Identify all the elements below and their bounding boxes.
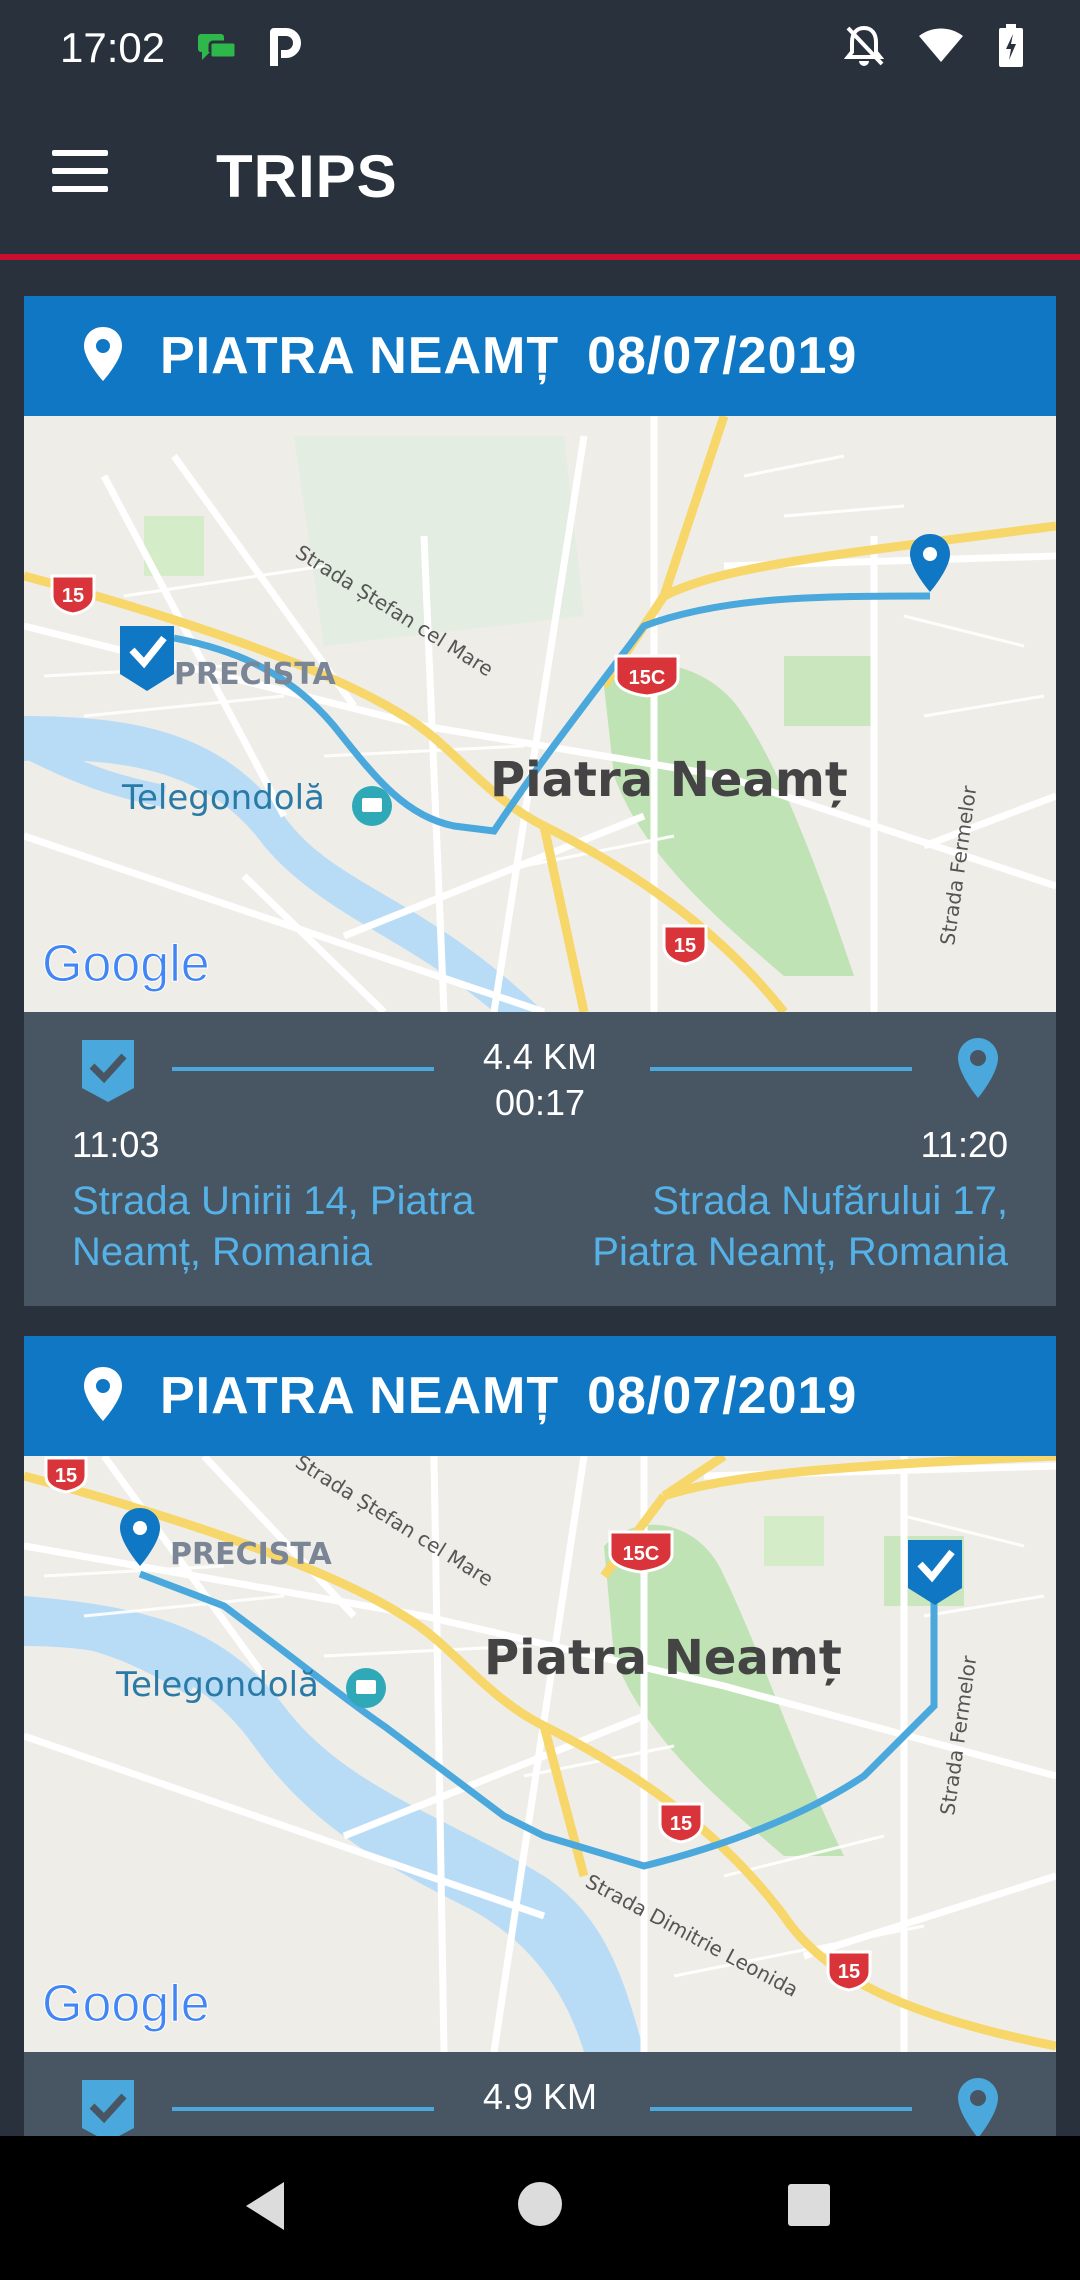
svg-text:15: 15 <box>674 935 696 957</box>
trip-distance: 4.9 KM <box>482 2076 598 2117</box>
google-attribution: Google <box>42 935 210 993</box>
location-pin-icon <box>82 325 124 388</box>
trip-card[interactable]: PIATRA NEAMȚ 08/07/2019 <box>24 296 1056 1306</box>
trip-start-time: 11:03 <box>72 1124 160 1165</box>
end-pin-icon <box>956 2076 1000 2136</box>
trip-info: 4.9 KM <box>24 2052 1056 2136</box>
map-poi-label: Telegondolă <box>115 1665 319 1705</box>
notifications-off-icon <box>843 24 885 73</box>
trip-card-header: PIATRA NEAMȚ 08/07/2019 <box>24 296 1056 416</box>
wifi-icon <box>918 28 964 69</box>
trip-city: PIATRA NEAMȚ <box>160 327 560 385</box>
map-district-label: PRECISTA <box>170 1537 333 1572</box>
parking-icon <box>270 28 302 73</box>
route-line-right <box>650 1067 912 1071</box>
svg-text:15C: 15C <box>629 667 666 689</box>
page-title: TRIPS <box>216 143 398 210</box>
trip-card[interactable]: PIATRA NEAMȚ 08/07/2019 <box>24 1336 1056 2136</box>
road-shield: 15 <box>826 1950 872 1992</box>
map-poi-label: Telegondolă <box>121 778 325 818</box>
trip-date: 08/07/2019 <box>587 327 858 385</box>
svg-text:15: 15 <box>55 1465 77 1487</box>
road-shield: 15 <box>50 574 96 616</box>
system-nav-bar <box>0 2136 1080 2280</box>
svg-text:15: 15 <box>670 1813 692 1835</box>
map-city-label: Piatra Neamț <box>484 1630 842 1686</box>
svg-text:15C: 15C <box>623 1543 660 1565</box>
road-shield: 15 <box>658 1802 704 1844</box>
home-icon[interactable] <box>514 2178 566 2235</box>
recents-icon[interactable] <box>786 2182 832 2233</box>
trip-city: PIATRA NEAMȚ <box>160 1367 560 1425</box>
hamburger-menu-icon[interactable] <box>52 150 112 200</box>
back-icon[interactable] <box>240 2176 290 2241</box>
trips-list[interactable]: PIATRA NEAMȚ 08/07/2019 15 15C 15 PRECIS… <box>0 260 1080 2136</box>
trip-end-time: 11:20 <box>920 1124 1008 1165</box>
end-pin-icon <box>956 1036 1000 1105</box>
trip-start-address[interactable]: Strada Unirii 14, Piatra Neamț, Romania <box>72 1176 532 1278</box>
road-shield: 15C <box>608 1530 674 1574</box>
trip-card-header: PIATRA NEAMȚ 08/07/2019 <box>24 1336 1056 1456</box>
trip-duration: 00:17 <box>494 1082 586 1123</box>
battery-charging-icon <box>998 24 1024 73</box>
chat-icon <box>196 32 240 69</box>
road-shield: 15 <box>44 1456 88 1494</box>
road-shield: 15 <box>662 924 708 966</box>
status-bar: 17:02 <box>0 0 1080 96</box>
route-line-right <box>650 2107 912 2111</box>
road-shield: 15C <box>614 654 680 698</box>
svg-text:15: 15 <box>62 585 84 607</box>
app-bar: TRIPS <box>0 96 1080 254</box>
trip-info: 4.4 KM 00:17 11:03 11:20 Strada Unirii 1… <box>24 1012 1056 1306</box>
status-time: 17:02 <box>60 24 166 71</box>
trip-date: 08/07/2019 <box>587 1367 858 1425</box>
trip-map[interactable]: 15 15C 15 PRECISTA Telegondolă Piatra Ne… <box>24 416 1056 1012</box>
trip-map[interactable]: 15 15C 15 15 PRECISTA Telegondolă Piatra… <box>24 1456 1056 2052</box>
location-pin-icon <box>82 1365 124 1428</box>
trip-end-address[interactable]: Strada Nufărului 17, Piatra Neamț, Roman… <box>548 1176 1008 1278</box>
screen: 17:02 TRIPS PIATRA NEAMȚ 08/07/2019 15 1… <box>0 0 1080 2280</box>
map-district-label: PRECISTA <box>174 657 337 692</box>
map-city-label: Piatra Neamț <box>490 752 848 808</box>
google-attribution: Google <box>42 1975 210 2033</box>
svg-text:15: 15 <box>838 1961 860 1983</box>
trip-distance: 4.4 KM <box>482 1036 598 1077</box>
